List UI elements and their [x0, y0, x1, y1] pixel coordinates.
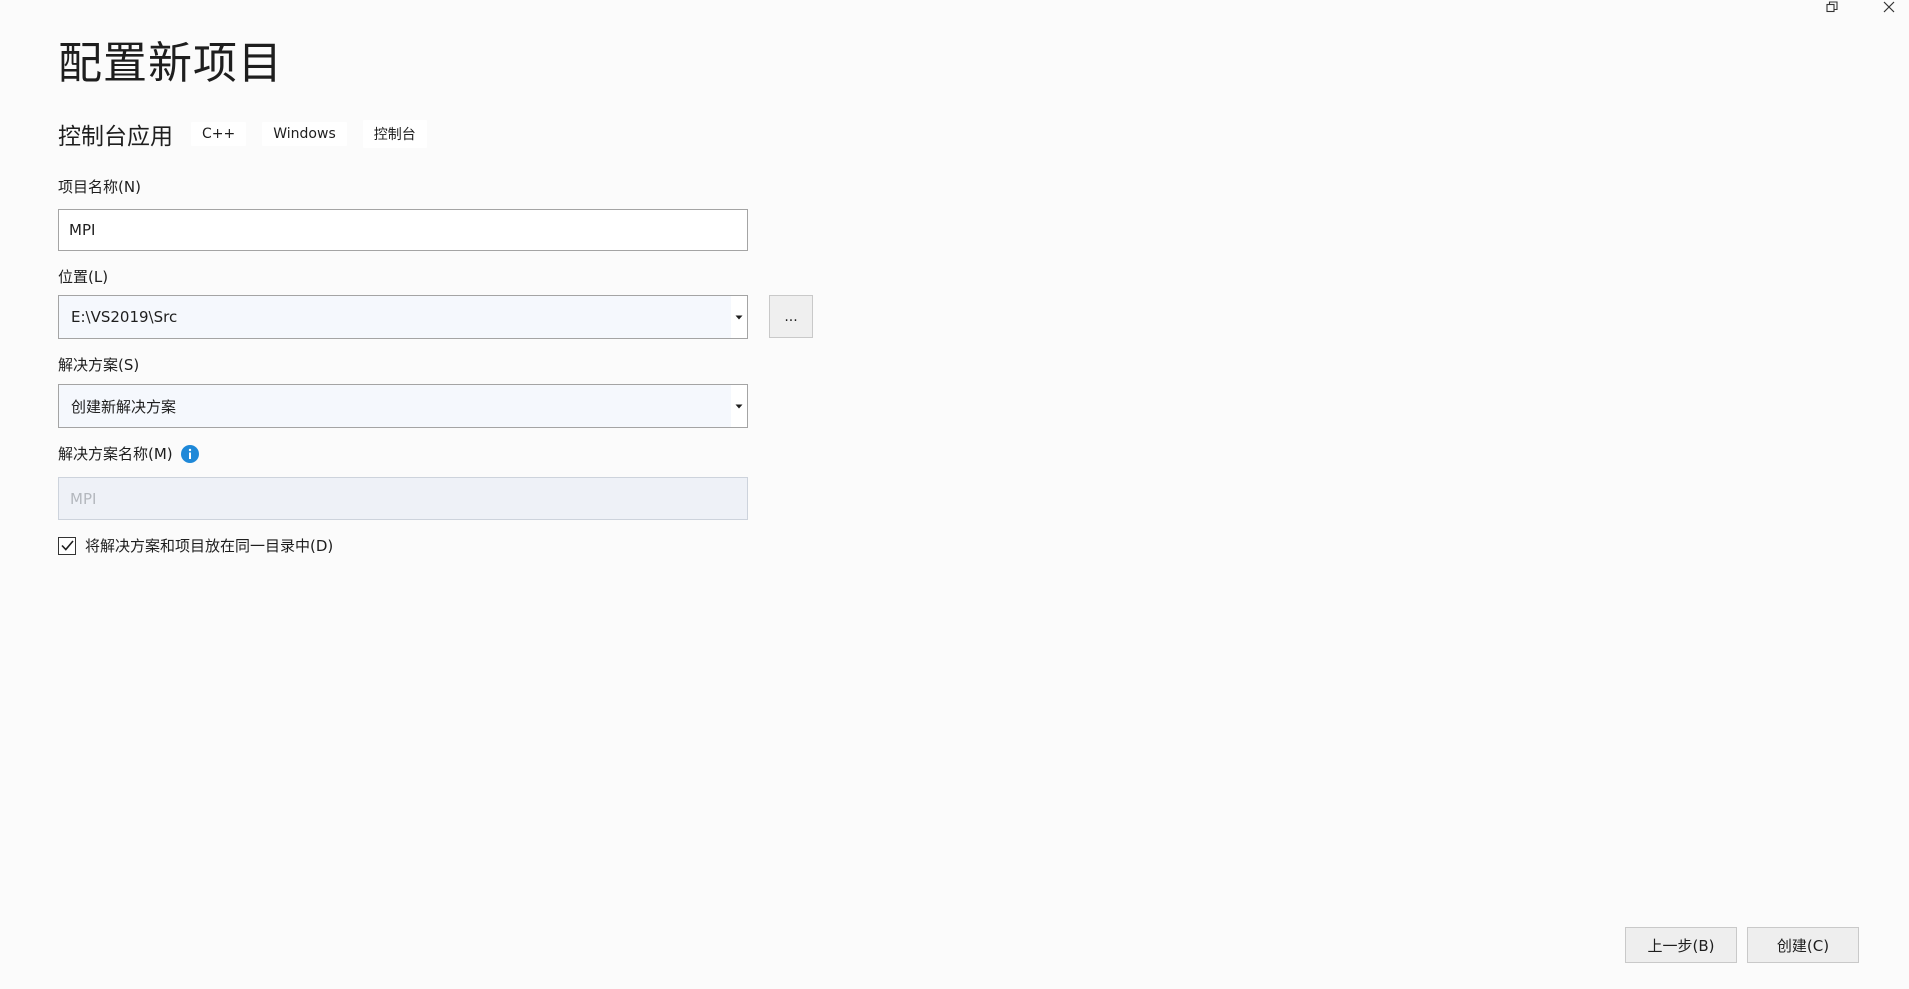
chevron-down-icon[interactable] [731, 385, 747, 427]
solution-name-input: MPI [58, 477, 748, 520]
solution-label: 解决方案(S) [58, 356, 140, 374]
same-directory-label: 将解决方案和项目放在同一目录中(D) [85, 537, 334, 555]
location-value: E:\VS2019\Src [71, 308, 178, 326]
solution-name-label-row: 解决方案名称(M) [58, 443, 199, 464]
tag-platform: Windows [262, 122, 347, 146]
location-combobox[interactable]: E:\VS2019\Src [58, 295, 748, 339]
solution-combobox[interactable]: 创建新解决方案 [58, 384, 748, 428]
browse-button[interactable]: ... [769, 295, 813, 338]
solution-name-label: 解决方案名称(M) [58, 445, 173, 463]
info-icon[interactable] [180, 444, 199, 463]
back-button[interactable]: 上一步(B) [1625, 927, 1737, 963]
location-label: 位置(L) [58, 268, 109, 286]
close-button[interactable] [1871, 0, 1907, 14]
project-name-label: 项目名称(N) [58, 178, 141, 196]
tag-project-type: 控制台 [362, 120, 427, 148]
same-directory-option[interactable]: 将解决方案和项目放在同一目录中(D) [58, 535, 333, 556]
restore-icon [1826, 1, 1838, 13]
page-title: 配置新项目 [58, 38, 283, 89]
solution-value: 创建新解决方案 [71, 397, 177, 416]
close-icon [1883, 1, 1895, 13]
template-info: 控制台应用 C++ Windows 控制台 [58, 118, 443, 150]
restore-button[interactable] [1814, 0, 1850, 14]
project-name-input[interactable] [58, 209, 748, 251]
tag-language: C++ [191, 122, 247, 146]
chevron-down-icon[interactable] [731, 296, 747, 338]
same-directory-checkbox[interactable] [58, 536, 76, 555]
template-name: 控制台应用 [58, 124, 173, 150]
checkmark-icon [60, 540, 74, 551]
create-button[interactable]: 创建(C) [1747, 927, 1859, 963]
